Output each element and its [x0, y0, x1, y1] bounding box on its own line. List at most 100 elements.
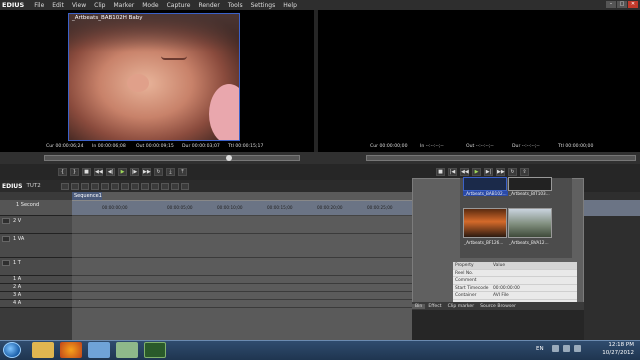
overwrite-icon[interactable]: ⤒	[178, 168, 187, 176]
tab-clip-marker[interactable]: Clip marker	[445, 304, 478, 309]
ripple-icon[interactable]	[150, 182, 159, 190]
track-header[interactable]: 3 A	[0, 292, 72, 300]
step-forward-icon[interactable]: |▶	[130, 168, 139, 176]
property-row[interactable]: Reel No.	[453, 270, 577, 277]
menu-marker[interactable]: Marker	[109, 2, 138, 9]
menu-render[interactable]: Render	[194, 2, 223, 9]
tab-effect[interactable]: Effect	[425, 304, 444, 309]
rewind-icon[interactable]: ◀◀	[94, 168, 103, 176]
app-logo: EDIUS	[2, 1, 25, 9]
mark-in-icon[interactable]: {	[58, 168, 67, 176]
menu-tools[interactable]: Tools	[224, 2, 247, 9]
timeline-ruler-right[interactable]	[584, 200, 640, 216]
bin-clip[interactable]	[508, 177, 552, 191]
fast-forward-icon[interactable]: ▶▶	[142, 168, 151, 176]
firefox-icon[interactable]	[60, 342, 82, 358]
timescale-label[interactable]: 1 Second	[16, 202, 39, 208]
undo-icon[interactable]	[90, 182, 99, 190]
track-lane[interactable]	[72, 276, 412, 284]
redo-icon[interactable]	[100, 182, 109, 190]
bin-clip[interactable]	[463, 208, 507, 238]
open-project-icon[interactable]	[70, 182, 79, 190]
track-header[interactable]: 2 V	[0, 216, 72, 234]
menu-clip[interactable]: Clip	[90, 2, 109, 9]
tab-source-browser[interactable]: Source Browser	[477, 304, 519, 309]
menu-help[interactable]: Help	[279, 2, 301, 9]
maximize-icon[interactable]: □	[617, 1, 627, 8]
property-row[interactable]: Container AVI File	[453, 292, 577, 300]
bin-clip[interactable]	[508, 208, 552, 238]
close-icon[interactable]: ✕	[628, 1, 638, 8]
rec-prev-edit-icon[interactable]: |◀	[448, 168, 457, 176]
rec-stop-icon[interactable]: ■	[436, 168, 445, 176]
minimize-icon[interactable]: –	[606, 1, 616, 8]
tray-flag-icon[interactable]	[552, 345, 559, 352]
play-icon[interactable]: ▶	[118, 168, 127, 176]
recorder-scrub-bar[interactable]	[366, 155, 636, 161]
track-lane[interactable]	[72, 216, 412, 234]
track-lane[interactable]	[72, 300, 412, 308]
edius-taskbar-icon[interactable]	[144, 342, 166, 358]
mark-out-icon[interactable]: }	[70, 168, 79, 176]
menu-view[interactable]: View	[68, 2, 90, 9]
player-scrub-knob[interactable]	[226, 155, 232, 161]
menu-edit[interactable]: Edit	[48, 2, 68, 9]
explorer-icon[interactable]	[32, 342, 54, 358]
track-header[interactable]: 4 A	[0, 300, 72, 308]
taskbar-clock[interactable]: 12:18 PM 10/27/2012	[602, 342, 634, 357]
loop-icon[interactable]: ↻	[154, 168, 163, 176]
bin-clip[interactable]	[463, 177, 507, 191]
recorder-cur-timecode: Cur 00:00:00;00	[370, 144, 408, 149]
render-icon[interactable]	[180, 182, 189, 190]
track-lock-icon[interactable]	[2, 236, 10, 242]
delete-icon[interactable]	[140, 182, 149, 190]
word-icon[interactable]	[88, 342, 110, 358]
new-sequence-icon[interactable]	[60, 182, 69, 190]
rec-next-edit-icon[interactable]: ▶|	[484, 168, 493, 176]
start-button-icon[interactable]	[3, 342, 21, 358]
copy-icon[interactable]	[120, 182, 129, 190]
track-header[interactable]: 1 T	[0, 258, 72, 276]
property-row[interactable]: Comment	[453, 277, 577, 285]
rec-export-icon[interactable]: ⇪	[520, 168, 529, 176]
track-lock-icon[interactable]	[2, 218, 10, 224]
track-lane[interactable]	[72, 258, 412, 276]
track-lock-icon[interactable]	[2, 260, 10, 266]
menu-mode[interactable]: Mode	[138, 2, 162, 9]
bin-clip-grid[interactable]: _Artbeats_BAB102... _Artbeats_BIT103... …	[460, 177, 572, 258]
menu-file[interactable]: File	[30, 2, 48, 9]
menu-capture[interactable]: Capture	[163, 2, 195, 9]
language-indicator[interactable]: EN	[536, 346, 544, 352]
cut-icon[interactable]	[110, 182, 119, 190]
sync-icon[interactable]	[170, 182, 179, 190]
track-lane[interactable]	[72, 292, 412, 300]
rec-fast-forward-icon[interactable]: ▶▶	[496, 168, 505, 176]
rec-play-icon[interactable]: ▶	[472, 168, 481, 176]
menu-settings[interactable]: Settings	[247, 2, 280, 9]
track-header[interactable]: 1 VA	[0, 234, 72, 258]
sequence-tab[interactable]: Sequence1	[72, 192, 102, 200]
property-value	[493, 270, 577, 277]
rec-loop-icon[interactable]: ↻	[508, 168, 517, 176]
value-col: Value	[493, 263, 506, 268]
track-header[interactable]: 1 A	[0, 276, 72, 284]
track-name: 4 A	[13, 300, 22, 306]
track-header[interactable]: 2 A	[0, 284, 72, 292]
stop-icon[interactable]: ■	[82, 168, 91, 176]
tray-network-icon[interactable]	[563, 345, 570, 352]
track-lane[interactable]	[72, 234, 412, 258]
snap-icon[interactable]	[160, 182, 169, 190]
player-scrub-bar[interactable]	[44, 155, 300, 161]
tray-volume-icon[interactable]	[574, 345, 581, 352]
paste-icon[interactable]	[130, 182, 139, 190]
rec-rewind-icon[interactable]: ◀◀	[460, 168, 469, 176]
save-project-icon[interactable]	[80, 182, 89, 190]
recorder-monitor[interactable]	[318, 10, 640, 152]
tab-bin[interactable]: Bin	[412, 303, 426, 309]
track-lane[interactable]	[72, 284, 412, 292]
player-transport: { } ■ ◀◀ ◀| ▶ |▶ ▶▶ ↻ ⤓ ⤒	[58, 166, 187, 178]
property-row[interactable]: Start Timecode 00:00:00:00	[453, 285, 577, 292]
insert-icon[interactable]: ⤓	[166, 168, 175, 176]
app-icon[interactable]	[116, 342, 138, 358]
step-back-icon[interactable]: ◀|	[106, 168, 115, 176]
